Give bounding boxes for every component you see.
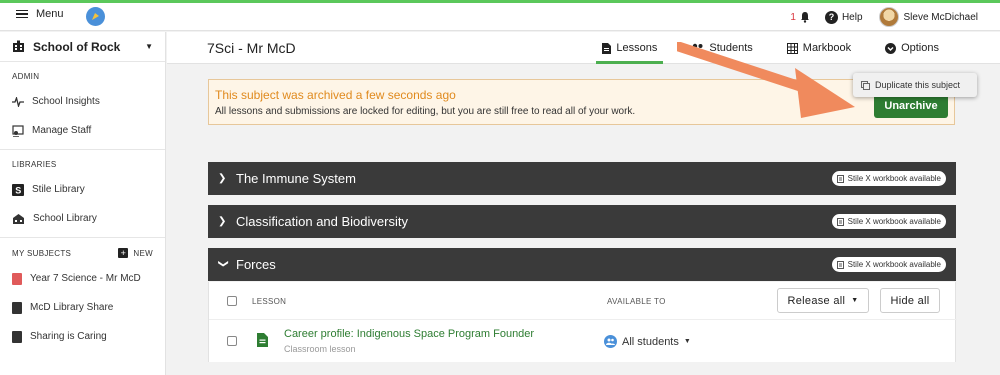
new-subject-button[interactable]: + NEW [118,248,153,258]
help-button[interactable]: ? Help [824,10,863,24]
select-all-checkbox[interactable] [227,296,237,306]
workbook-icon [836,217,844,226]
top-bar: Menu 1 ? Help Sleve McDichael [0,3,1000,31]
lesson-type: Classroom lesson [284,344,356,354]
students-icon [604,335,617,348]
workbook-badge[interactable]: Stile X workbook available [831,214,946,229]
sidebar-item-label: Stile Library [32,184,85,195]
chevron-right-icon: ❯ [218,173,227,184]
subject-header: 7Sci - Mr McD Lessons Students Markbook … [167,32,1000,64]
unarchive-button[interactable]: Unarchive [874,94,948,118]
app-logo-icon[interactable] [86,7,105,26]
caret-down-icon: ▼ [145,42,153,51]
sidebar-item-label: Year 7 Science - Mr McD [30,273,141,284]
banner-text: All lessons and submissions are locked f… [215,106,636,117]
help-icon: ? [824,10,838,24]
section-header[interactable]: ❯ The Immune System Stile X workbook ava… [208,162,956,195]
svg-text:S: S [15,185,21,195]
lesson-document-icon [257,333,268,347]
options-dropdown: Duplicate this subject [853,73,977,97]
book-icon [12,301,22,314]
sidebar-item-label: Manage Staff [32,125,92,136]
sidebar-item-subject[interactable]: Year 7 Science - Mr McD [0,264,165,293]
new-label: NEW [133,248,153,258]
main-content: 7Sci - Mr McD Lessons Students Markbook … [167,32,1000,375]
workbook-badge[interactable]: Stile X workbook available [831,171,946,186]
my-subjects-label: MY SUBJECTS [12,248,72,258]
plus-icon: + [118,248,129,258]
document-icon [602,42,612,54]
badge-label: Stile X workbook available [847,217,941,226]
libraries-heading: LIBRARIES [12,160,57,169]
hide-all-button[interactable]: Hide all [880,288,940,313]
chevron-right-icon: ❯ [218,216,227,227]
tab-label: Lessons [616,42,658,54]
lesson-table: LESSON AVAILABLE TO Release all ▼ Hide a… [208,282,957,362]
my-subjects-heading: MY SUBJECTS + NEW [0,238,165,264]
sidebar-item-school-insights[interactable]: School Insights [0,87,165,116]
caret-down-icon: ▼ [683,338,691,345]
sidebar-item-label: McD Library Share [30,302,114,313]
sidebar-item-label: Sharing is Caring [30,331,107,342]
school-name: School of Rock [33,39,121,54]
column-header-lesson: LESSON [252,297,287,306]
release-all-label: Release all [787,294,846,307]
workbook-icon [836,174,844,183]
sidebar-item-stile-library[interactable]: S Stile Library [0,175,165,204]
user-menu[interactable]: Sleve McDichael [878,7,978,27]
stile-s-icon: S [12,183,24,196]
banner-title: This subject was archived a few seconds … [215,88,456,102]
sidebar-item-manage-staff[interactable]: Manage Staff [0,116,165,145]
school-selector[interactable]: School of Rock ▼ [0,32,165,62]
sidebar-item-label: School Library [33,213,97,224]
table-header: LESSON AVAILABLE TO Release all ▼ Hide a… [209,282,957,320]
tab-label: Options [901,42,939,54]
badge-label: Stile X workbook available [847,174,941,183]
duplicate-subject-item[interactable]: Duplicate this subject [875,80,960,90]
sidebar-item-subject[interactable]: McD Library Share [0,293,165,322]
column-header-available: AVAILABLE TO [607,297,666,306]
book-icon [12,272,22,285]
lesson-title-link[interactable]: Career profile: Indigenous Space Program… [284,328,534,340]
caret-down-icon: ▼ [851,297,859,304]
section-title: Classification and Biodiversity [236,214,408,229]
hamburger-icon [16,9,28,19]
admin-heading: ADMIN [12,72,40,81]
workbook-icon [836,260,844,269]
row-checkbox[interactable] [227,336,237,346]
school-building-icon [13,213,24,224]
sidebar: School of Rock ▼ ADMIN School Insights M… [0,32,166,375]
badge-label: Stile X workbook available [847,260,941,269]
staff-icon [12,124,24,137]
chevron-circle-icon [885,42,897,54]
tab-lessons[interactable]: Lessons [596,32,664,64]
book-icon [12,330,22,343]
sidebar-item-subject[interactable]: Sharing is Caring [0,322,165,351]
section-header[interactable]: ❯ Classification and Biodiversity Stile … [208,205,956,238]
bell-icon [800,12,809,23]
sidebar-item-label: School Insights [32,96,100,107]
chevron-down-icon: ❯ [217,259,229,268]
notification-count: 1 [790,11,796,23]
notifications-button[interactable]: 1 [790,11,811,23]
user-name: Sleve McDichael [903,11,978,23]
page-title: 7Sci - Mr McD [207,40,296,56]
section-title: The Immune System [236,171,356,186]
tab-options[interactable]: Options [879,32,945,64]
availability-label: All students [622,335,679,348]
pulse-icon [12,96,24,107]
school-icon [13,40,24,52]
workbook-badge[interactable]: Stile X workbook available [831,257,946,272]
help-label: Help [841,11,863,23]
section-header[interactable]: ❯ Forces Stile X workbook available [208,248,956,281]
menu-button[interactable]: Menu [16,8,64,20]
menu-label: Menu [36,8,64,20]
section-title: Forces [236,257,276,272]
avatar [878,7,899,27]
availability-selector[interactable]: All students ▼ [604,335,691,348]
release-all-button[interactable]: Release all ▼ [777,288,869,313]
annotation-arrow [677,42,855,118]
sidebar-item-school-library[interactable]: School Library [0,204,165,233]
